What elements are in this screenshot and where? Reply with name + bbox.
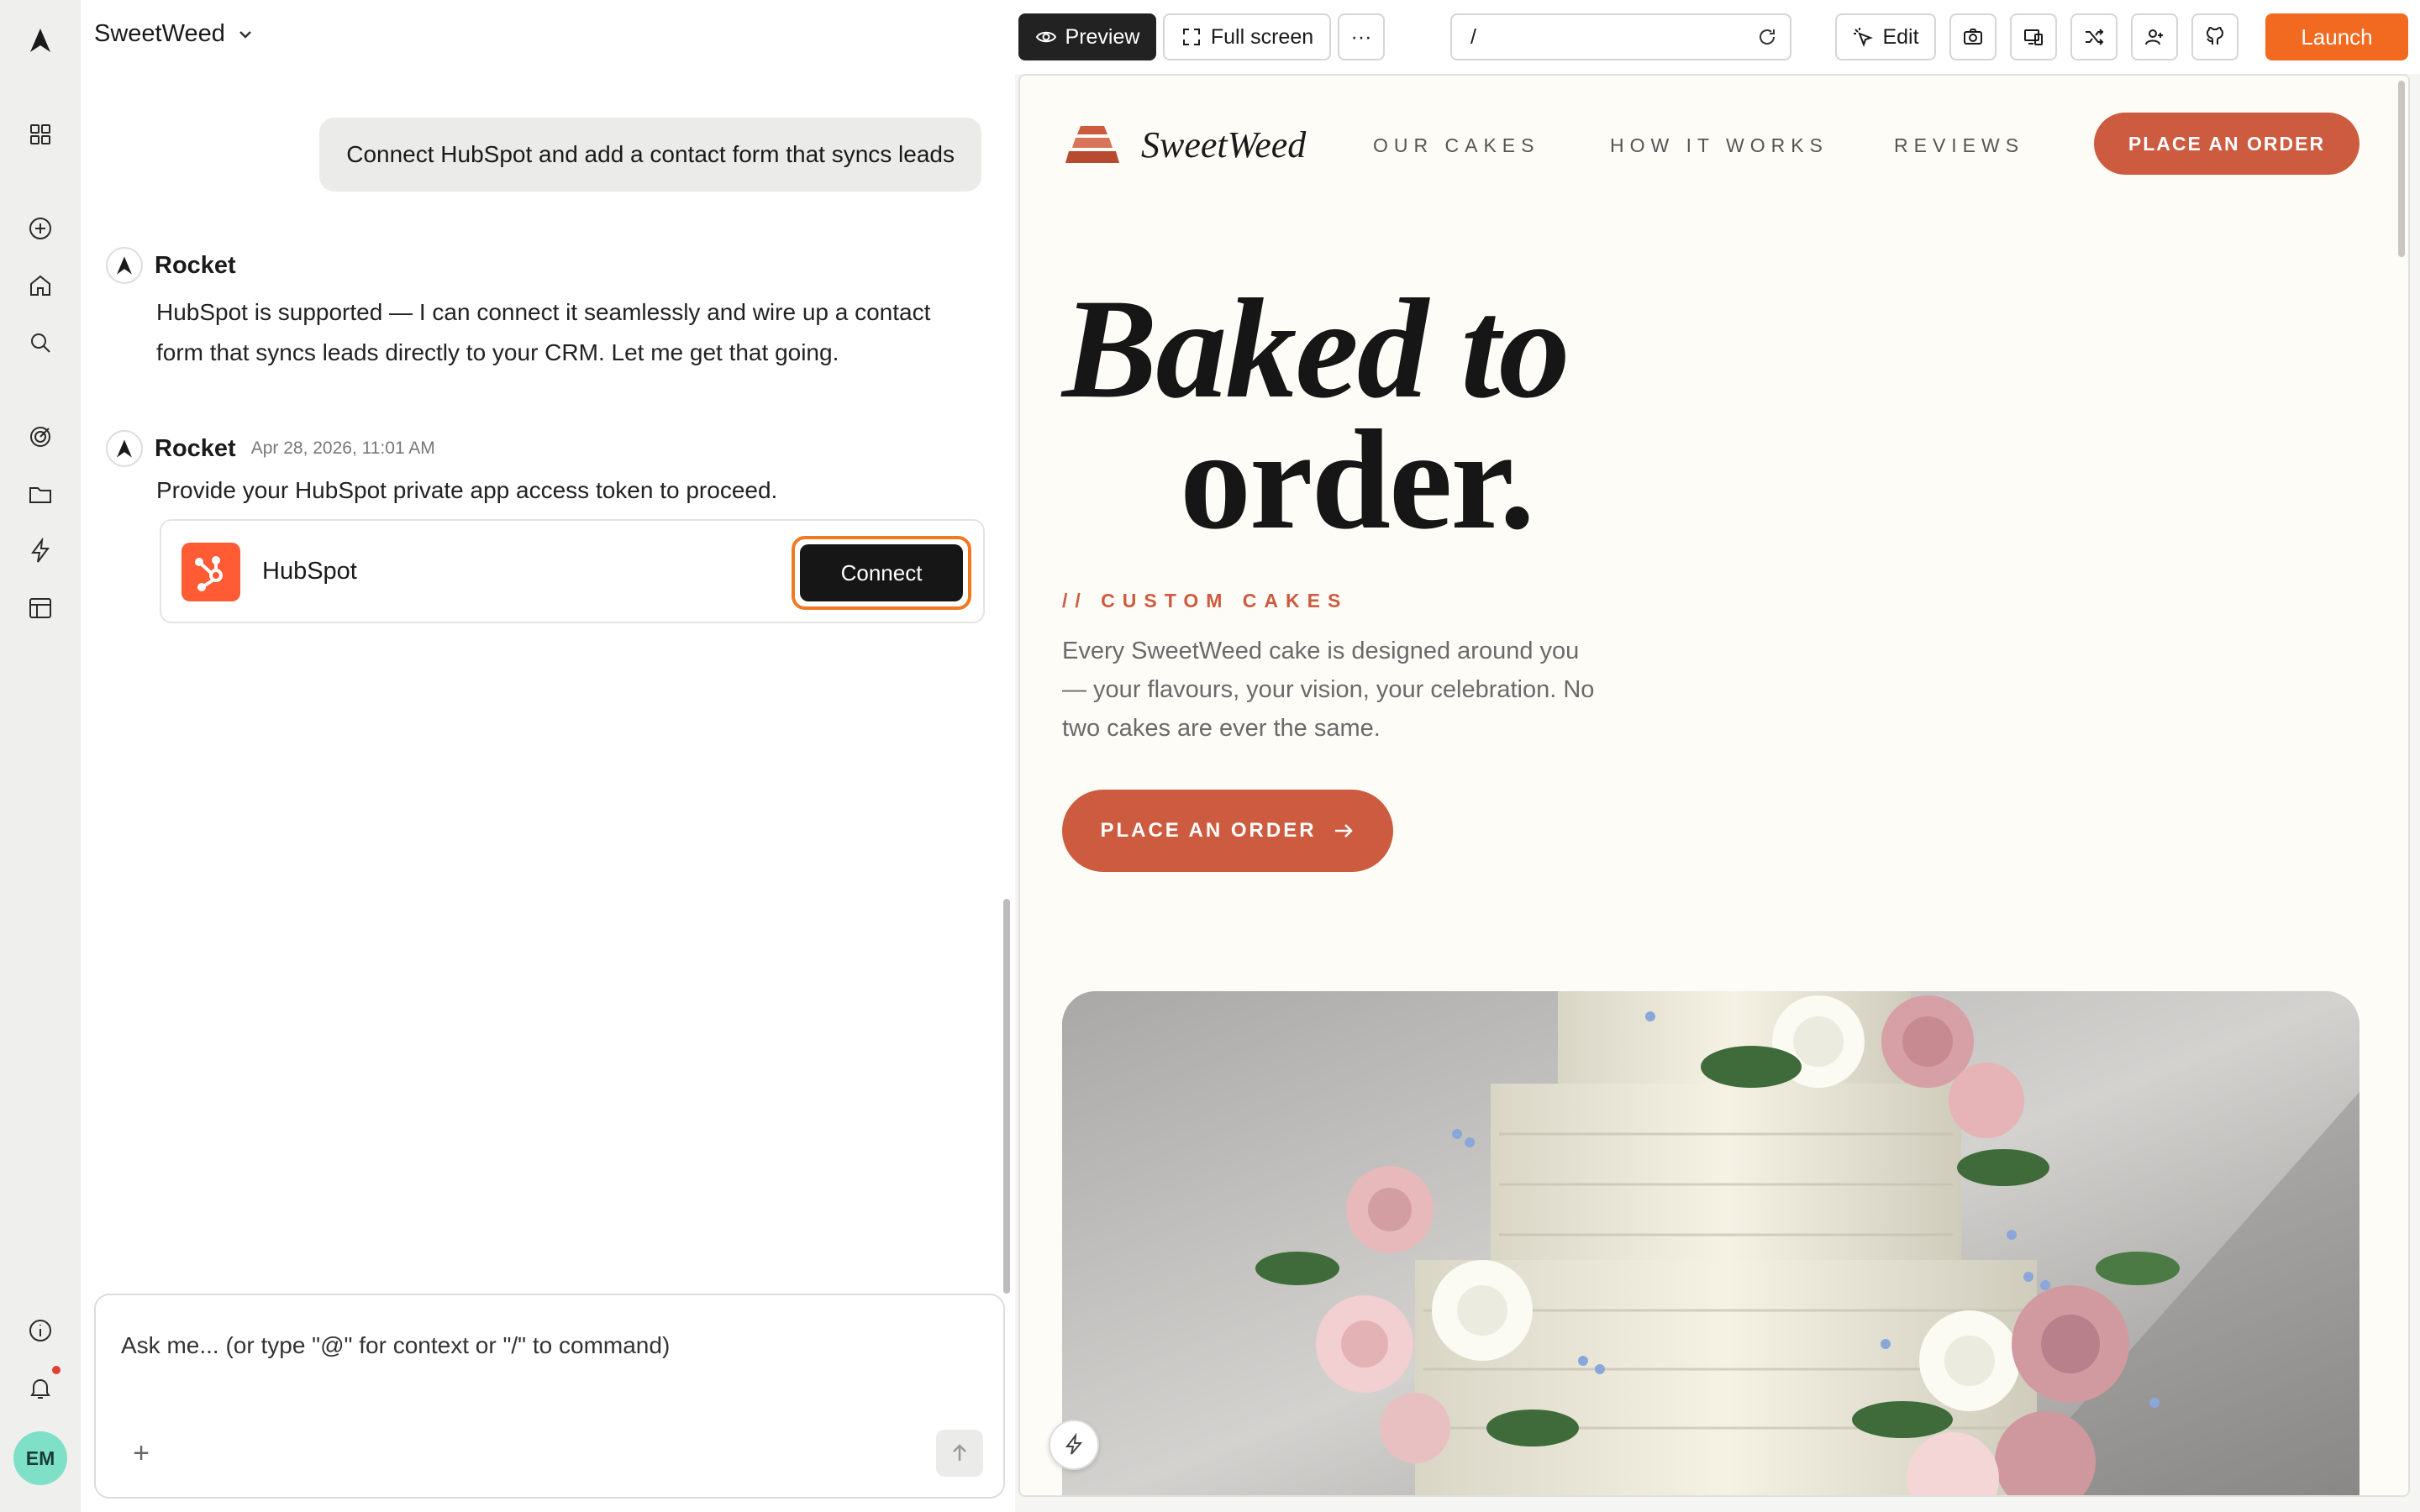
- rocket-avatar-icon: [106, 430, 143, 467]
- integration-card: HubSpot Connect: [160, 519, 985, 623]
- nav-our-cakes[interactable]: OUR CAKES: [1373, 134, 1539, 157]
- more-options-button[interactable]: ···: [1338, 13, 1385, 60]
- url-text: /: [1470, 24, 1476, 49]
- site-preview: SweetWeed OUR CAKES HOW IT WORKS REVIEWS…: [1018, 74, 2410, 1497]
- edit-label: Edit: [1882, 24, 1919, 49]
- folder-icon[interactable]: [24, 477, 57, 511]
- message-timestamp: Apr 28, 2026, 11:01 AM: [250, 438, 435, 458]
- preview-scrollbar[interactable]: [2398, 81, 2405, 257]
- nav-how-it-works[interactable]: HOW IT WORKS: [1610, 134, 1828, 157]
- hero-description: Every SweetWeed cake is designed around …: [1062, 638, 1595, 742]
- devices-button[interactable]: [2010, 13, 2057, 60]
- project-switcher[interactable]: SweetWeed: [94, 20, 255, 48]
- search-icon[interactable]: [24, 326, 57, 360]
- user-plus-icon: [2145, 29, 2163, 45]
- rocket-avatar-icon: [106, 247, 143, 284]
- shuffle-icon: [2086, 29, 2104, 45]
- info-icon[interactable]: [24, 1314, 57, 1347]
- connect-highlight: Connect: [792, 536, 971, 610]
- assistant-message: Rocket HubSpot is supported — I can conn…: [106, 247, 988, 373]
- lightning-icon: [1065, 1433, 1083, 1455]
- add-attachment-button[interactable]: +: [124, 1436, 158, 1470]
- preview-button[interactable]: Preview: [1018, 13, 1156, 60]
- edit-button[interactable]: Edit: [1835, 13, 1936, 60]
- user-message: Connect HubSpot and add a contact form t…: [319, 118, 981, 192]
- sender-name: Rocket: [155, 251, 236, 279]
- user-avatar[interactable]: EM: [13, 1431, 67, 1485]
- chevron-down-icon: [239, 30, 251, 39]
- connect-button[interactable]: Connect: [800, 544, 963, 601]
- arrow-up-icon: [953, 1444, 966, 1461]
- cursor-click-icon: [1854, 28, 1874, 47]
- hero-title-line2: order.: [1180, 401, 1535, 559]
- chat-panel: SweetWeed Connect HubSpot and add a cont…: [81, 0, 1173, 1512]
- message-text: Provide your HubSpot private app access …: [156, 477, 778, 503]
- launch-button[interactable]: Launch: [2265, 13, 2408, 60]
- camera-icon: [1964, 29, 1982, 45]
- preview-toolbar: Preview Full screen ··· / Edit Launch: [1015, 0, 2420, 74]
- layout-icon[interactable]: [24, 591, 57, 625]
- preview-label: Preview: [1065, 24, 1140, 49]
- url-bar[interactable]: /: [1450, 13, 1791, 60]
- notification-dot: [52, 1366, 60, 1374]
- home-icon[interactable]: [24, 269, 57, 302]
- message-text: HubSpot is supported — I can connect it …: [156, 299, 931, 365]
- invite-button[interactable]: [2131, 13, 2178, 60]
- lightning-icon[interactable]: [24, 534, 57, 568]
- arrow-right-icon: [1334, 824, 1353, 837]
- eye-icon: [1035, 31, 1056, 43]
- message-composer: +: [94, 1294, 1005, 1499]
- grid-icon[interactable]: [24, 118, 57, 151]
- site-brand: SweetWeed: [1141, 123, 1307, 165]
- integration-name: HubSpot: [262, 558, 357, 585]
- expand-icon: [1182, 29, 1200, 45]
- devices-icon: [2024, 29, 2043, 45]
- sender-name: Rocket: [155, 434, 236, 462]
- send-button[interactable]: [936, 1430, 983, 1477]
- bell-icon[interactable]: [24, 1371, 57, 1404]
- chat-scrollbar[interactable]: [1003, 899, 1010, 1294]
- fullscreen-label: Full screen: [1210, 24, 1314, 49]
- rocket-logo-icon[interactable]: [24, 24, 57, 57]
- place-order-hero-button[interactable]: PLACE AN ORDER: [1062, 790, 1393, 872]
- hero-kicker: // CUSTOM CAKES: [1062, 590, 1349, 612]
- place-order-nav-button[interactable]: PLACE AN ORDER: [2094, 113, 2360, 175]
- hero-title-line1: Baked to: [1062, 270, 1570, 428]
- site-logo[interactable]: SweetWeed: [1062, 123, 1306, 166]
- shuffle-button[interactable]: [2070, 13, 2118, 60]
- place-order-label: PLACE AN ORDER: [1100, 819, 1317, 842]
- assistant-message: Rocket Apr 28, 2026, 11:01 AM Provide yo…: [106, 430, 988, 511]
- refresh-icon[interactable]: [1756, 26, 1778, 48]
- github-icon: [2206, 26, 2224, 45]
- chat-input[interactable]: [121, 1320, 978, 1371]
- target-icon[interactable]: [24, 420, 57, 454]
- icon-rail: EM: [0, 0, 81, 1512]
- hubspot-logo-icon: [182, 543, 240, 601]
- quick-action-button[interactable]: [1049, 1420, 1099, 1470]
- cake-logo-icon: [1065, 126, 1119, 163]
- nav-reviews[interactable]: REVIEWS: [1894, 134, 2024, 157]
- new-project-icon[interactable]: [24, 212, 57, 245]
- screenshot-button[interactable]: [1949, 13, 1996, 60]
- project-name: SweetWeed: [94, 20, 225, 47]
- github-button[interactable]: [2191, 13, 2238, 60]
- hero-cake-image: [1062, 991, 2360, 1495]
- fullscreen-button[interactable]: Full screen: [1163, 13, 1331, 60]
